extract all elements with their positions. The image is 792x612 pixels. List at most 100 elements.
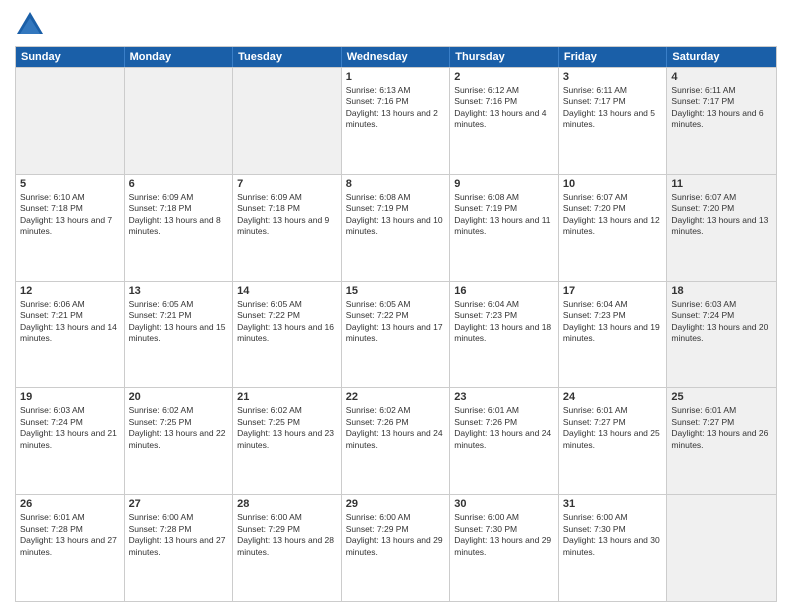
day-cell-12: 12 Sunrise: 6:06 AM Sunset: 7:21 PM Dayli… xyxy=(16,282,125,388)
day-cell-17: 17 Sunrise: 6:04 AM Sunset: 7:23 PM Dayli… xyxy=(559,282,668,388)
empty-cell-0-2 xyxy=(233,68,342,174)
header-day-thursday: Thursday xyxy=(450,47,559,67)
cell-info: Sunrise: 6:02 AM Sunset: 7:26 PM Dayligh… xyxy=(346,405,446,451)
day-cell-13: 13 Sunrise: 6:05 AM Sunset: 7:21 PM Dayli… xyxy=(125,282,234,388)
cell-info: Sunrise: 6:01 AM Sunset: 7:28 PM Dayligh… xyxy=(20,512,120,558)
day-cell-8: 8 Sunrise: 6:08 AM Sunset: 7:19 PM Daylig… xyxy=(342,175,451,281)
day-number: 17 xyxy=(563,285,663,297)
day-cell-31: 31 Sunrise: 6:00 AM Sunset: 7:30 PM Dayli… xyxy=(559,495,668,601)
day-number: 25 xyxy=(671,391,772,403)
header-day-friday: Friday xyxy=(559,47,668,67)
day-cell-25: 25 Sunrise: 6:01 AM Sunset: 7:27 PM Dayli… xyxy=(667,388,776,494)
cell-info: Sunrise: 6:08 AM Sunset: 7:19 PM Dayligh… xyxy=(454,192,554,238)
cell-info: Sunrise: 6:10 AM Sunset: 7:18 PM Dayligh… xyxy=(20,192,120,238)
cell-info: Sunrise: 6:09 AM Sunset: 7:18 PM Dayligh… xyxy=(237,192,337,238)
cell-info: Sunrise: 6:05 AM Sunset: 7:21 PM Dayligh… xyxy=(129,299,229,345)
cell-info: Sunrise: 6:07 AM Sunset: 7:20 PM Dayligh… xyxy=(671,192,772,238)
day-cell-28: 28 Sunrise: 6:00 AM Sunset: 7:29 PM Dayli… xyxy=(233,495,342,601)
cell-info: Sunrise: 6:00 AM Sunset: 7:30 PM Dayligh… xyxy=(563,512,663,558)
day-cell-24: 24 Sunrise: 6:01 AM Sunset: 7:27 PM Dayli… xyxy=(559,388,668,494)
day-number: 8 xyxy=(346,178,446,190)
week-row-4: 26 Sunrise: 6:01 AM Sunset: 7:28 PM Dayli… xyxy=(16,494,776,601)
empty-cell-0-1 xyxy=(125,68,234,174)
day-number: 19 xyxy=(20,391,120,403)
header-day-sunday: Sunday xyxy=(16,47,125,67)
day-number: 12 xyxy=(20,285,120,297)
header-day-saturday: Saturday xyxy=(667,47,776,67)
cell-info: Sunrise: 6:01 AM Sunset: 7:27 PM Dayligh… xyxy=(563,405,663,451)
day-number: 24 xyxy=(563,391,663,403)
day-number: 5 xyxy=(20,178,120,190)
cell-info: Sunrise: 6:04 AM Sunset: 7:23 PM Dayligh… xyxy=(563,299,663,345)
day-cell-14: 14 Sunrise: 6:05 AM Sunset: 7:22 PM Dayli… xyxy=(233,282,342,388)
cell-info: Sunrise: 6:04 AM Sunset: 7:23 PM Dayligh… xyxy=(454,299,554,345)
day-cell-18: 18 Sunrise: 6:03 AM Sunset: 7:24 PM Dayli… xyxy=(667,282,776,388)
logo xyxy=(15,10,49,40)
cell-info: Sunrise: 6:11 AM Sunset: 7:17 PM Dayligh… xyxy=(671,85,772,131)
day-number: 29 xyxy=(346,498,446,510)
day-number: 16 xyxy=(454,285,554,297)
week-row-0: 1Sunrise: 6:13 AM Sunset: 7:16 PM Daylig… xyxy=(16,67,776,174)
day-number: 4 xyxy=(671,71,772,83)
day-cell-15: 15Sunrise: 6:05 AM Sunset: 7:22 PM Dayli… xyxy=(342,282,451,388)
cell-info: Sunrise: 6:13 AM Sunset: 7:16 PM Dayligh… xyxy=(346,85,446,131)
day-number: 15 xyxy=(346,285,446,297)
day-cell-21: 21 Sunrise: 6:02 AM Sunset: 7:25 PM Dayli… xyxy=(233,388,342,494)
day-cell-22: 22Sunrise: 6:02 AM Sunset: 7:26 PM Dayli… xyxy=(342,388,451,494)
calendar-header: SundayMondayTuesdayWednesdayThursdayFrid… xyxy=(16,47,776,67)
empty-cell-4-6 xyxy=(667,495,776,601)
cell-info: Sunrise: 6:05 AM Sunset: 7:22 PM Dayligh… xyxy=(237,299,337,345)
day-number: 9 xyxy=(454,178,554,190)
day-cell-20: 20Sunrise: 6:02 AM Sunset: 7:25 PM Dayli… xyxy=(125,388,234,494)
cell-info: Sunrise: 6:09 AM Sunset: 7:18 PM Dayligh… xyxy=(129,192,229,238)
day-number: 27 xyxy=(129,498,229,510)
header-day-monday: Monday xyxy=(125,47,234,67)
cell-info: Sunrise: 6:12 AM Sunset: 7:16 PM Dayligh… xyxy=(454,85,554,131)
day-number: 31 xyxy=(563,498,663,510)
day-number: 21 xyxy=(237,391,337,403)
cell-info: Sunrise: 6:01 AM Sunset: 7:26 PM Dayligh… xyxy=(454,405,554,451)
day-cell-7: 7 Sunrise: 6:09 AM Sunset: 7:18 PM Daylig… xyxy=(233,175,342,281)
day-number: 11 xyxy=(671,178,772,190)
empty-cell-0-0 xyxy=(16,68,125,174)
day-cell-11: 11 Sunrise: 6:07 AM Sunset: 7:20 PM Dayli… xyxy=(667,175,776,281)
cell-info: Sunrise: 6:02 AM Sunset: 7:25 PM Dayligh… xyxy=(129,405,229,451)
cell-info: Sunrise: 6:01 AM Sunset: 7:27 PM Dayligh… xyxy=(671,405,772,451)
day-cell-29: 29 Sunrise: 6:00 AM Sunset: 7:29 PM Dayli… xyxy=(342,495,451,601)
cell-info: Sunrise: 6:00 AM Sunset: 7:28 PM Dayligh… xyxy=(129,512,229,558)
cell-info: Sunrise: 6:00 AM Sunset: 7:30 PM Dayligh… xyxy=(454,512,554,558)
day-cell-27: 27 Sunrise: 6:00 AM Sunset: 7:28 PM Dayli… xyxy=(125,495,234,601)
day-number: 14 xyxy=(237,285,337,297)
day-cell-3: 3Sunrise: 6:11 AM Sunset: 7:17 PM Daylig… xyxy=(559,68,668,174)
day-number: 7 xyxy=(237,178,337,190)
day-cell-5: 5 Sunrise: 6:10 AM Sunset: 7:18 PM Daylig… xyxy=(16,175,125,281)
cell-info: Sunrise: 6:08 AM Sunset: 7:19 PM Dayligh… xyxy=(346,192,446,238)
day-number: 30 xyxy=(454,498,554,510)
day-cell-16: 16 Sunrise: 6:04 AM Sunset: 7:23 PM Dayli… xyxy=(450,282,559,388)
week-row-3: 19Sunrise: 6:03 AM Sunset: 7:24 PM Dayli… xyxy=(16,387,776,494)
day-number: 10 xyxy=(563,178,663,190)
day-number: 28 xyxy=(237,498,337,510)
cell-info: Sunrise: 6:03 AM Sunset: 7:24 PM Dayligh… xyxy=(671,299,772,345)
day-cell-19: 19Sunrise: 6:03 AM Sunset: 7:24 PM Dayli… xyxy=(16,388,125,494)
cell-info: Sunrise: 6:00 AM Sunset: 7:29 PM Dayligh… xyxy=(237,512,337,558)
cell-info: Sunrise: 6:02 AM Sunset: 7:25 PM Dayligh… xyxy=(237,405,337,451)
day-number: 13 xyxy=(129,285,229,297)
day-cell-23: 23 Sunrise: 6:01 AM Sunset: 7:26 PM Dayli… xyxy=(450,388,559,494)
header-day-wednesday: Wednesday xyxy=(342,47,451,67)
day-cell-4: 4 Sunrise: 6:11 AM Sunset: 7:17 PM Daylig… xyxy=(667,68,776,174)
day-cell-10: 10Sunrise: 6:07 AM Sunset: 7:20 PM Dayli… xyxy=(559,175,668,281)
header-day-tuesday: Tuesday xyxy=(233,47,342,67)
header xyxy=(15,10,777,40)
cell-info: Sunrise: 6:11 AM Sunset: 7:17 PM Dayligh… xyxy=(563,85,663,131)
day-cell-26: 26 Sunrise: 6:01 AM Sunset: 7:28 PM Dayli… xyxy=(16,495,125,601)
page: SundayMondayTuesdayWednesdayThursdayFrid… xyxy=(0,0,792,612)
cell-info: Sunrise: 6:06 AM Sunset: 7:21 PM Dayligh… xyxy=(20,299,120,345)
week-row-1: 5 Sunrise: 6:10 AM Sunset: 7:18 PM Daylig… xyxy=(16,174,776,281)
day-number: 26 xyxy=(20,498,120,510)
day-number: 18 xyxy=(671,285,772,297)
day-number: 6 xyxy=(129,178,229,190)
week-row-2: 12 Sunrise: 6:06 AM Sunset: 7:21 PM Dayli… xyxy=(16,281,776,388)
cell-info: Sunrise: 6:00 AM Sunset: 7:29 PM Dayligh… xyxy=(346,512,446,558)
day-number: 23 xyxy=(454,391,554,403)
